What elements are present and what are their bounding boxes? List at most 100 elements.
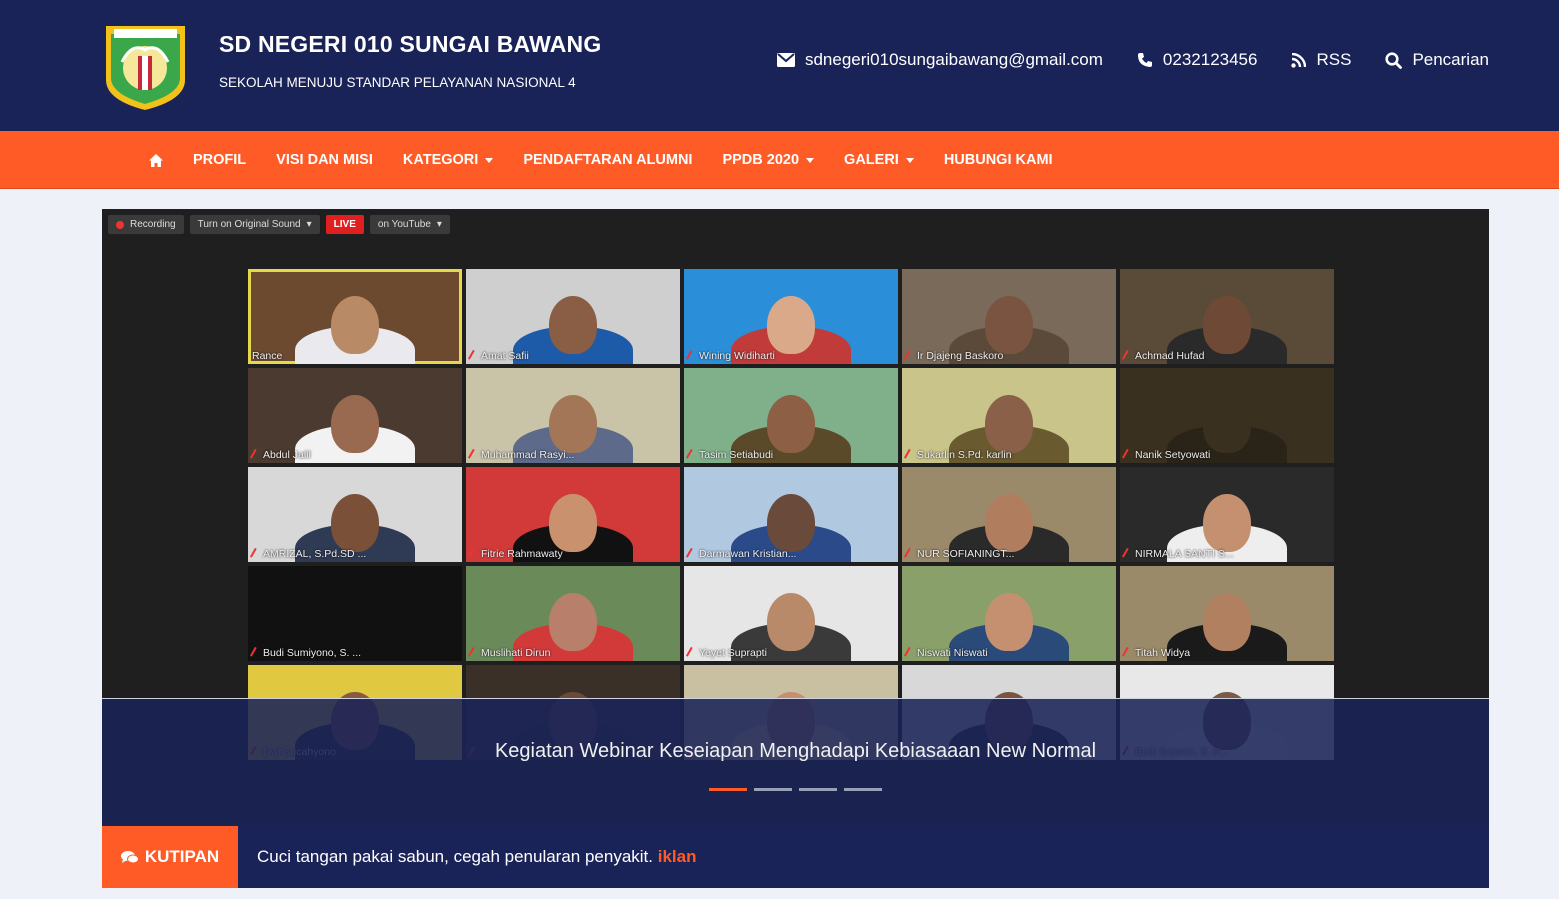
participant-tile: Fitrie Rahmawaty: [466, 467, 680, 562]
participant-name-text: NUR SOFIANINGT...: [917, 548, 1015, 560]
muted-mic-icon: [249, 448, 262, 462]
participant-name: Amat Safii: [467, 349, 529, 363]
caret-down-icon: [485, 157, 494, 163]
participant-tile: Achmad Hufad: [1120, 269, 1334, 364]
nav-label: PENDAFTARAN ALUMNI: [523, 152, 693, 168]
original-sound-button: Turn on Original Sound ▾: [189, 215, 320, 234]
phone-text: 0232123456: [1162, 50, 1258, 69]
participant-name-text: Ir Djajeng Baskoro: [917, 350, 1004, 362]
participant-name-text: Achmad Hufad: [1135, 350, 1205, 362]
youtube-text: on YouTube: [377, 219, 431, 230]
recording-label: Recording: [130, 219, 176, 230]
nav-profil[interactable]: PROFIL: [193, 152, 246, 168]
muted-mic-icon: [249, 547, 262, 561]
participant-tile: Wining Widiharti: [684, 269, 898, 364]
participant-head: [1203, 295, 1251, 354]
participant-name: NIRMALA SANTI S...: [1121, 547, 1234, 561]
header-contacts: sdnegeri010sungaibawang@gmail.com 023212…: [776, 50, 1489, 70]
quote-link[interactable]: iklan: [658, 847, 697, 866]
muted-mic-icon: [467, 547, 480, 561]
nav-ppdb-2020[interactable]: PPDB 2020: [722, 152, 815, 168]
search-link[interactable]: Pencarian: [1385, 50, 1489, 70]
nav-home[interactable]: [149, 153, 163, 167]
slide-caption: Kegiatan Webinar Keseiapan Menghadapi Ke…: [102, 698, 1489, 826]
participant-name-text: Budi Sumiyono, S. ...: [263, 647, 362, 659]
participant-name: Sukarlin S.Pd. karlin: [903, 448, 1012, 462]
participant-name-text: Yeyet Suprapti: [699, 647, 767, 659]
muted-mic-icon: [467, 349, 480, 363]
participant-name-text: Wining Widiharti: [699, 350, 775, 362]
muted-mic-icon: [685, 547, 698, 561]
participant-name: AMRIZAL, S.Pd.SD ...: [249, 547, 366, 561]
participant-name: Niswati Niswati: [903, 646, 988, 660]
nav-galeri[interactable]: GALERI: [844, 152, 914, 168]
muted-mic-icon: [685, 349, 698, 363]
participant-tile: Tasim Setiabudi: [684, 368, 898, 463]
participant-tile: Abdul Jalil: [248, 368, 462, 463]
participant-head: [1203, 592, 1251, 651]
slider-dot[interactable]: [844, 788, 882, 791]
slider-dot[interactable]: [709, 788, 747, 791]
rss-text: RSS: [1316, 50, 1352, 69]
participant-tile: Rance: [248, 269, 462, 364]
chevron-down-icon: ▾: [306, 219, 312, 230]
rss-link[interactable]: RSS: [1291, 50, 1351, 70]
participant-head: [331, 295, 379, 354]
slider-dot[interactable]: [799, 788, 837, 791]
participant-head: [331, 592, 379, 651]
nav-kategori[interactable]: KATEGORI: [403, 152, 494, 168]
school-logo-icon[interactable]: [102, 22, 189, 112]
slider-dot[interactable]: [754, 788, 792, 791]
site-title[interactable]: SD NEGERI 010 SUNGAI BAWANG: [219, 31, 601, 58]
participant-name: Muslihati Dirun: [467, 646, 551, 660]
participant-tile: Budi Sumiyono, S. ...: [248, 566, 462, 661]
caret-down-icon: [905, 157, 914, 163]
phone-link[interactable]: 0232123456: [1137, 50, 1258, 70]
quote-label: KUTIPAN: [102, 826, 238, 888]
participant-name: Titah Widya: [1121, 646, 1190, 660]
participant-name-text: Nanik Setyowati: [1135, 449, 1211, 461]
participant-tile: AMRIZAL, S.Pd.SD ...: [248, 467, 462, 562]
participant-grid: Rance Amat Safii Wining Widiharti Ir Djajen…: [248, 269, 1334, 760]
nav-label: GALERI: [844, 152, 899, 168]
hero-slider[interactable]: Recording Turn on Original Sound ▾ LIVE …: [102, 209, 1489, 826]
search-icon: [1385, 51, 1403, 69]
participant-name: NUR SOFIANINGT...: [903, 547, 1015, 561]
participant-name: Ir Djajeng Baskoro: [903, 349, 1004, 363]
muted-mic-icon: [1121, 547, 1134, 561]
participant-tile: Sukarlin S.Pd. karlin: [902, 368, 1116, 463]
nav-label: PROFIL: [193, 152, 247, 168]
participant-head: [549, 394, 597, 453]
nav-label: VISI DAN MISI: [276, 152, 373, 168]
caret-down-icon: [806, 157, 815, 163]
participant-head: [767, 295, 815, 354]
email-link[interactable]: sdnegeri010sungaibawang@gmail.com: [776, 50, 1103, 70]
recording-indicator: Recording: [108, 215, 184, 234]
site-header: SD NEGERI 010 SUNGAI BAWANG SEKOLAH MENU…: [0, 0, 1559, 131]
participant-tile: Muhammad Rasyi...: [466, 368, 680, 463]
nav-label: HUBUNGI KAMI: [943, 152, 1053, 168]
muted-mic-icon: [903, 349, 916, 363]
participant-head: [1203, 394, 1251, 453]
participant-head: [985, 493, 1033, 552]
nav-hubungi-kami[interactable]: HUBUNGI KAMI: [944, 152, 1053, 168]
rss-icon: [1291, 52, 1307, 68]
muted-mic-icon: [1121, 646, 1134, 660]
participant-head: [767, 493, 815, 552]
email-text: sdnegeri010sungaibawang@gmail.com: [804, 50, 1103, 69]
muted-mic-icon: [249, 646, 262, 660]
participant-name: Fitrie Rahmawaty: [467, 547, 563, 561]
participant-name-text: Muslihati Dirun: [481, 647, 551, 659]
nav-pendaftaran-alumni[interactable]: PENDAFTARAN ALUMNI: [523, 152, 692, 168]
muted-mic-icon: [685, 448, 698, 462]
participant-tile: Amat Safii: [466, 269, 680, 364]
slide-caption-text[interactable]: Kegiatan Webinar Keseiapan Menghadapi Ke…: [102, 740, 1489, 763]
zoom-toolbar: Recording Turn on Original Sound ▾ LIVE …: [108, 215, 450, 234]
participant-name: Darmawan Kristian...: [685, 547, 796, 561]
muted-mic-icon: [903, 646, 916, 660]
participant-tile: Yeyet Suprapti: [684, 566, 898, 661]
participant-name-text: Abdul Jalil: [263, 449, 311, 461]
participant-name-text: NIRMALA SANTI S...: [1135, 548, 1234, 560]
quote-bar: KUTIPAN Cuci tangan pakai sabun, cegah p…: [102, 826, 1489, 888]
nav-visi-misi[interactable]: VISI DAN MISI: [276, 152, 373, 168]
